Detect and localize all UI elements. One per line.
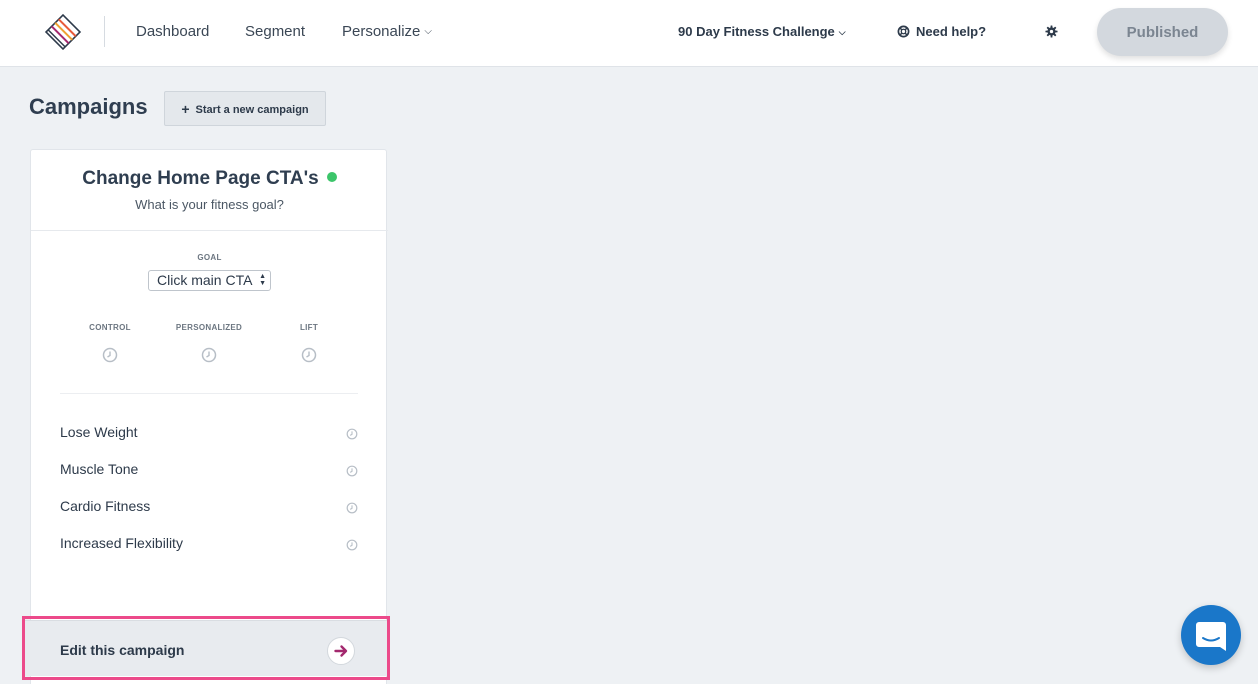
segment-label: Cardio Fitness	[60, 498, 151, 514]
chat-icon	[1196, 622, 1226, 651]
status-active-dot	[326, 172, 337, 182]
clock-icon	[346, 428, 358, 440]
chevron-down-icon: ⌵	[424, 26, 432, 37]
nav-personalize-label: Personalize	[342, 23, 421, 40]
metric-control: CONTROL	[65, 323, 155, 363]
edit-campaign-button[interactable]: Edit this campaign	[25, 620, 387, 676]
segment-label: Muscle Tone	[60, 461, 139, 477]
campaign-subtitle: What is your fitness goal?	[135, 197, 284, 212]
goal-label: GOAL	[197, 253, 222, 262]
metrics-divider	[60, 393, 358, 394]
start-new-campaign-label: Start a new campaign	[195, 103, 309, 116]
top-navigation-bar: Dashboard Segment Personalize ⌵ 90 Day Fi…	[0, 0, 1258, 67]
arrow-right-icon	[334, 645, 348, 657]
project-selector[interactable]: 90 Day Fitness Challenge ⌵	[678, 24, 846, 39]
nav-dashboard-label: Dashboard	[136, 23, 210, 40]
clock-icon	[102, 347, 118, 363]
nav-segment-label: Segment	[245, 23, 306, 40]
segment-label: Increased Flexibility	[60, 535, 183, 551]
clock-icon	[346, 539, 358, 551]
help-label: Need help?	[916, 24, 987, 39]
segment-label: Lose Weight	[60, 424, 138, 440]
clock-icon	[201, 347, 217, 363]
segment-row[interactable]: Increased Flexibility	[60, 535, 358, 555]
clock-icon	[346, 465, 358, 477]
goal-select-value: Click main CTA	[157, 272, 253, 288]
nav-segment[interactable]: Segment	[245, 23, 305, 40]
campaign-card: Change Home Page CTA's What is your fitn…	[30, 149, 388, 684]
plus-icon: +	[181, 100, 190, 117]
segment-row[interactable]: Lose Weight	[60, 424, 358, 444]
header-divider	[104, 16, 105, 47]
clock-icon	[301, 347, 317, 363]
card-divider	[31, 230, 388, 231]
segment-row[interactable]: Muscle Tone	[60, 461, 358, 481]
metric-lift-label: LIFT	[299, 323, 319, 332]
campaign-title[interactable]: Change Home Page CTA's	[82, 168, 318, 189]
select-arrows-icon: ▲ ▼	[259, 273, 266, 287]
brand-logo-icon[interactable]	[44, 14, 82, 50]
edit-arrow-button[interactable]	[327, 637, 355, 665]
campaign-title-row: Change Home Page CTA's	[31, 168, 388, 190]
segment-row[interactable]: Cardio Fitness	[60, 498, 358, 518]
chevron-down-icon: ⌵	[838, 27, 846, 37]
metric-personalized: PERSONALIZED	[164, 323, 254, 363]
metric-personalized-label: PERSONALIZED	[175, 323, 243, 332]
nav-dashboard[interactable]: Dashboard	[136, 23, 209, 40]
goal-select[interactable]: Click main CTA ▲ ▼	[148, 270, 271, 291]
project-name: 90 Day Fitness Challenge	[678, 24, 835, 39]
start-new-campaign-button[interactable]: + Start a new campaign	[164, 91, 326, 126]
gear-icon[interactable]	[1045, 25, 1058, 38]
metric-control-label: CONTROL	[89, 323, 131, 332]
published-button[interactable]: Published	[1097, 8, 1228, 56]
nav-personalize[interactable]: Personalize ⌵	[342, 23, 432, 40]
edit-campaign-label: Edit this campaign	[60, 642, 185, 658]
lifebuoy-icon	[897, 25, 910, 38]
clock-icon	[346, 502, 358, 514]
metric-lift: LIFT	[264, 323, 354, 363]
chat-widget-button[interactable]	[1181, 605, 1241, 665]
help-link[interactable]: Need help?	[897, 24, 986, 39]
page-title: Campaigns	[29, 94, 148, 119]
